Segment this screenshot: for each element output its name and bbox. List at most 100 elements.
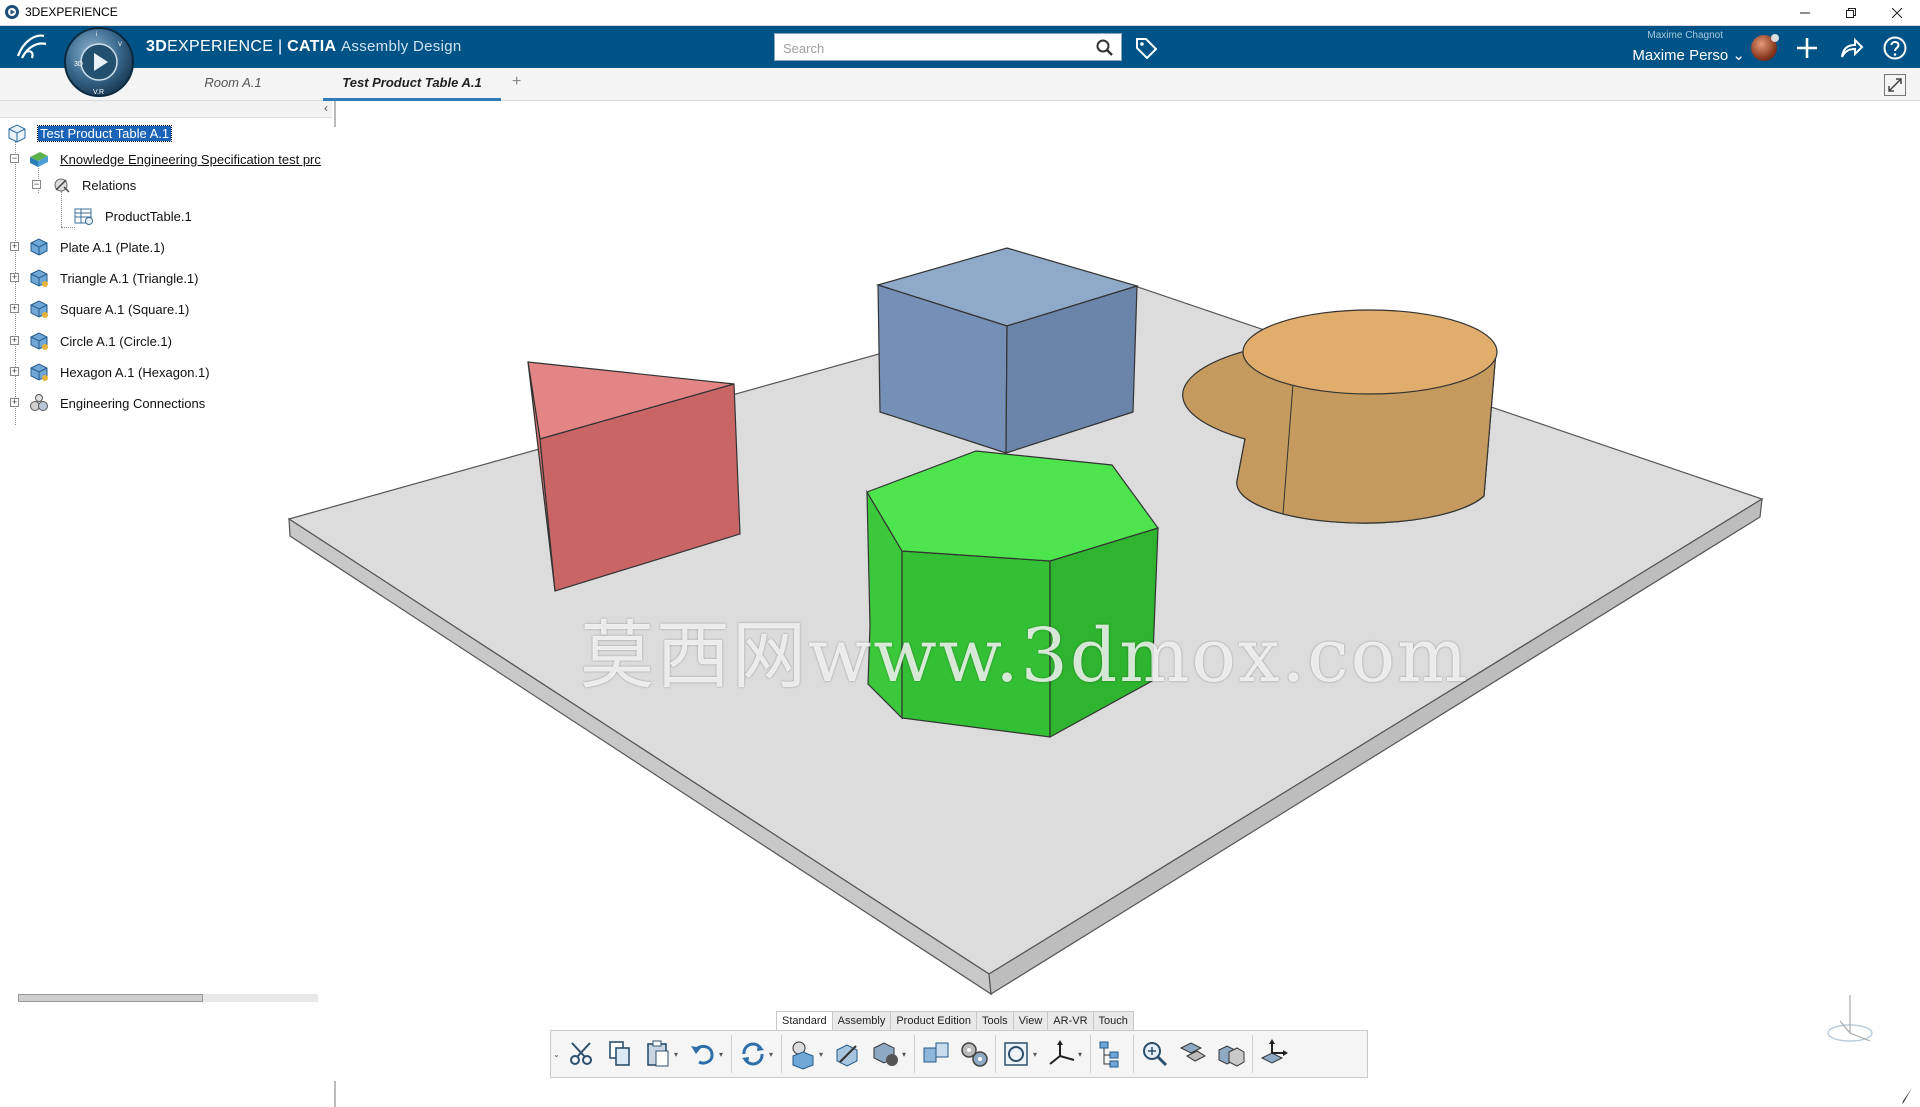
undo-dropdown-icon[interactable]: ▾: [719, 1050, 727, 1059]
tree-node-circle[interactable]: + Circle A.1 (Circle.1): [10, 329, 172, 353]
collapse-icon[interactable]: [1177, 1038, 1209, 1070]
expand-toggle[interactable]: +: [10, 398, 19, 407]
actionbar-collapse-icon[interactable]: ⌄: [553, 1050, 561, 1059]
help-icon[interactable]: [1882, 35, 1908, 61]
tag-icon[interactable]: [1133, 35, 1159, 61]
section-tab-standard[interactable]: Standard: [776, 1011, 833, 1030]
tree-horizontal-scrollbar[interactable]: [18, 994, 318, 1002]
tree-node-label[interactable]: Triangle A.1 (Triangle.1): [60, 271, 199, 286]
tree-node-label[interactable]: Test Product Table A.1: [36, 124, 173, 142]
scrollbar-thumb[interactable]: [18, 994, 203, 1002]
section-dropdown-icon[interactable]: ▾: [1033, 1050, 1041, 1059]
tree-node-label[interactable]: Square A.1 (Square.1): [60, 302, 189, 317]
app-name: Assembly Design: [341, 38, 462, 55]
tab-test-product-table[interactable]: Test Product Table A.1: [323, 68, 501, 101]
app-brand: 3DEXPERIENCE | CATIA Assembly Design: [146, 38, 462, 56]
add-tab-icon[interactable]: +: [512, 73, 521, 91]
tree-node-label[interactable]: Plate A.1 (Plate.1): [60, 240, 165, 255]
insert-dropdown-icon[interactable]: ▾: [819, 1050, 827, 1059]
tree-node-engineering-connections[interactable]: + Engineering Connections: [10, 391, 205, 415]
knowledge-spec-icon: [30, 152, 48, 167]
tab-label: Room A.1: [204, 75, 262, 90]
tree-splitter[interactable]: [334, 101, 336, 127]
cylinder-top[interactable]: [1242, 309, 1498, 395]
copy-icon[interactable]: [604, 1038, 636, 1070]
existing-component-icon[interactable]: [870, 1038, 902, 1070]
restore-button[interactable]: [1828, 0, 1874, 25]
search-input[interactable]: [781, 37, 1085, 59]
update-icon[interactable]: [737, 1038, 769, 1070]
cut-icon[interactable]: [566, 1038, 598, 1070]
search-icon[interactable]: [1095, 38, 1115, 58]
user-name: Maxime Perso: [1632, 47, 1729, 64]
insert-product-icon[interactable]: [787, 1038, 819, 1070]
axis-triad-icon[interactable]: [1820, 991, 1880, 1051]
section-tab-view[interactable]: View: [1012, 1011, 1049, 1030]
viewer-pointer-icon: [1902, 1088, 1912, 1104]
replace-icon[interactable]: [832, 1038, 864, 1070]
collapse-tree-icon[interactable]: ‹: [324, 101, 328, 115]
section-tab-assembly[interactable]: Assembly: [831, 1011, 892, 1030]
tree-node-label[interactable]: Hexagon A.1 (Hexagon.1): [60, 365, 210, 380]
expand-toggle[interactable]: +: [10, 242, 19, 251]
tree-node-relations[interactable]: − Relations: [32, 173, 136, 197]
tree-node-plate[interactable]: + Plate A.1 (Plate.1): [10, 235, 165, 259]
close-icon: [1892, 7, 1902, 18]
action-bar: ⌄ ▾ ▾ ▾ ▾ ▾ ▾ ▾: [550, 1030, 1368, 1078]
move-icon[interactable]: [1258, 1038, 1290, 1070]
section-tab-product-edition[interactable]: Product Edition: [890, 1011, 977, 1030]
section-tab-touch[interactable]: Touch: [1092, 1011, 1134, 1030]
maximize-viewer-button[interactable]: [1884, 74, 1906, 96]
axis-system-icon[interactable]: [1046, 1038, 1078, 1070]
tree-node-label[interactable]: ProductTable.1: [105, 209, 192, 224]
user-name-wrap[interactable]: Maxime Perso ⌄: [1632, 46, 1745, 64]
expand-toggle[interactable]: +: [10, 304, 19, 313]
component-dropdown-icon[interactable]: ▾: [902, 1050, 910, 1059]
section-tab-ar-vr[interactable]: AR-VR: [1047, 1011, 1094, 1030]
clash-icon[interactable]: [1215, 1038, 1247, 1070]
tree-splitter-bottom[interactable]: [334, 1081, 336, 1107]
paste-icon[interactable]: [642, 1038, 674, 1070]
tab-room[interactable]: Room A.1: [178, 68, 288, 98]
undo-icon[interactable]: [687, 1038, 719, 1070]
close-button[interactable]: [1874, 0, 1920, 25]
tree-node-label[interactable]: Knowledge Engineering Specification test…: [60, 152, 321, 167]
expand-toggle[interactable]: +: [10, 367, 19, 376]
toolbar-separator: [1252, 1035, 1253, 1073]
tree-node-label[interactable]: Circle A.1 (Circle.1): [60, 334, 172, 349]
product-icon: [8, 124, 26, 143]
user-menu[interactable]: Maxime Chagnot Maxime Perso ⌄: [1610, 30, 1745, 66]
add-icon[interactable]: [1794, 35, 1820, 61]
zoom-icon[interactable]: [1139, 1038, 1171, 1070]
avatar[interactable]: [1751, 34, 1779, 61]
tree-node-label[interactable]: Relations: [82, 178, 136, 193]
search-box[interactable]: [774, 33, 1122, 61]
minimize-button[interactable]: [1782, 0, 1828, 25]
collapse-toggle[interactable]: −: [10, 154, 19, 163]
section-icon[interactable]: [1001, 1038, 1033, 1070]
compass-icon[interactable]: 3D V.R V i: [62, 26, 136, 98]
structure-icon[interactable]: [1096, 1038, 1128, 1070]
svg-text:3D: 3D: [74, 61, 83, 68]
dassault-logo-icon[interactable]: [14, 30, 50, 64]
app-icon: [5, 5, 19, 19]
paste-dropdown-icon[interactable]: ▾: [674, 1050, 682, 1059]
toolbar-separator: [1133, 1035, 1134, 1073]
collapse-toggle[interactable]: −: [32, 180, 41, 189]
tree-node-knowledge-spec[interactable]: − Knowledge Engineering Specification te…: [10, 147, 321, 171]
tree-node-triangle[interactable]: + Triangle A.1 (Triangle.1): [10, 266, 199, 290]
tree-node-label[interactable]: Engineering Connections: [60, 396, 205, 411]
explode-icon[interactable]: [920, 1038, 952, 1070]
gears-icon[interactable]: [958, 1038, 990, 1070]
share-icon[interactable]: [1838, 35, 1864, 61]
tree-node-square[interactable]: + Square A.1 (Square.1): [10, 297, 189, 321]
tree-node-product-table[interactable]: ProductTable.1: [73, 204, 192, 228]
update-dropdown-icon[interactable]: ▾: [769, 1050, 777, 1059]
window-title: 3DEXPERIENCE: [25, 5, 118, 19]
section-tab-tools[interactable]: Tools: [975, 1011, 1014, 1030]
tree-node-root[interactable]: Test Product Table A.1: [6, 121, 173, 145]
tree-node-hexagon[interactable]: + Hexagon A.1 (Hexagon.1): [10, 360, 210, 384]
axis-dropdown-icon[interactable]: ▾: [1078, 1050, 1086, 1059]
expand-toggle[interactable]: +: [10, 273, 19, 282]
expand-toggle[interactable]: +: [10, 336, 19, 345]
